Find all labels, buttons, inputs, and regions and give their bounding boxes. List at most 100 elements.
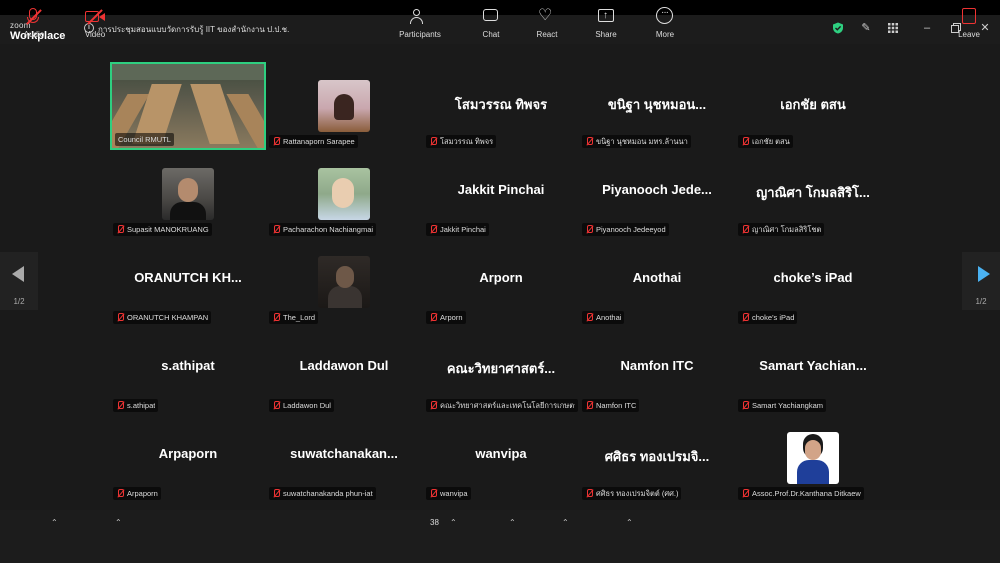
participants-button[interactable]: Participants: [398, 6, 442, 39]
more-button[interactable]: ··· More: [651, 6, 679, 39]
participant-name-label: Jakkit Pinchai: [426, 223, 489, 236]
participants-options-caret[interactable]: ⌃: [450, 518, 457, 527]
participant-name: ศศิธร ทองเปรมจิตต์ (ศศ.): [596, 488, 679, 498]
participant-name-label: Arporn: [426, 311, 466, 324]
participant-display-name: ORANUTCH KH...: [134, 270, 242, 285]
muted-mic-icon: [585, 400, 593, 411]
audio-label: Audio: [23, 30, 45, 39]
participant-tile[interactable]: suwatchanakan... suwatchanakanda phun-iat: [266, 414, 422, 502]
video-off-icon: [82, 6, 108, 28]
participant-display-name: Namfon ITC: [620, 358, 694, 373]
participant-tile[interactable]: Laddawon Dul Laddawon Dul: [266, 326, 422, 414]
participant-tile[interactable]: คณะวิทยาศาสตร์... คณะวิทยาศาสตร์และเทคโนโ…: [423, 326, 579, 414]
participant-tile[interactable]: s.athipat s.athipat: [110, 326, 266, 414]
participant-tile[interactable]: Rattanaporn Sarapee: [266, 62, 422, 150]
participant-name-label: Assoc.Prof.Dr.Kanthana Ditkaew: [738, 487, 864, 500]
participant-display-name: Laddawon Dul: [299, 358, 389, 373]
shield-icon[interactable]: [832, 22, 844, 34]
chat-options-caret[interactable]: ⌃: [509, 518, 516, 527]
muted-mic-icon: [272, 312, 280, 323]
muted-mic-icon: [429, 312, 437, 323]
participant-tile[interactable]: Arpaporn Arpaporn: [110, 414, 266, 502]
muted-mic-icon: [429, 136, 437, 147]
grid-view-icon[interactable]: [887, 22, 899, 34]
share-options-caret[interactable]: ⌃: [626, 518, 633, 527]
participant-display-name: Piyanooch Jede...: [602, 182, 712, 197]
participant-tile[interactable]: ขนิฐา นุชหมอน... ขนิฐา นุชหมอน มทร.ล้านนา: [579, 62, 735, 150]
participant-name: Laddawon Dul: [283, 401, 331, 410]
participant-tile[interactable]: Piyanooch Jede... Piyanooch Jedeeyod: [579, 150, 735, 238]
participant-name-label: ญาณิศา โกมลสิริโชต: [738, 223, 825, 236]
react-options-caret[interactable]: ⌃: [562, 518, 569, 527]
audio-options-caret[interactable]: ⌃: [51, 518, 58, 527]
participant-display-name: wanvipa: [475, 446, 527, 461]
participant-name: Rattanaporn Sarapee: [283, 137, 355, 146]
participant-name: ORANUTCH KHAMPAN: [127, 313, 209, 322]
previous-page-button[interactable]: 1/2: [0, 252, 38, 310]
leave-button[interactable]: Leave: [954, 6, 984, 39]
muted-mic-icon: [741, 224, 749, 235]
participant-display-name: คณะวิทยาศาสตร์...: [446, 361, 556, 376]
participant-name: The_Lord: [283, 313, 316, 322]
participant-display-name: suwatchanakan...: [290, 446, 398, 461]
participant-tile[interactable]: Arporn Arporn: [423, 238, 579, 326]
participant-tile[interactable]: Anothai Anothai: [579, 238, 735, 326]
participant-tile[interactable]: The_Lord: [266, 238, 422, 326]
pen-icon[interactable]: ✎: [860, 22, 872, 34]
muted-mic-icon: [741, 488, 749, 499]
participant-tile[interactable]: เอกชัย ตสน เอกชัย ตสน: [735, 62, 891, 150]
participant-display-name: Jakkit Pinchai: [457, 182, 545, 197]
more-icon: ···: [652, 6, 678, 28]
video-button[interactable]: Video: [81, 6, 109, 39]
muted-mic-icon: [116, 224, 124, 235]
muted-mic-icon: [585, 312, 593, 323]
participant-name: Anothai: [596, 313, 622, 322]
muted-mic-icon: [429, 400, 437, 411]
participant-tile[interactable]: Pacharachon Nachiangmai: [266, 150, 422, 238]
participant-tile[interactable]: choke’s iPad choke’s iPad: [735, 238, 891, 326]
muted-mic-icon: [429, 224, 437, 235]
muted-mic-icon: [21, 6, 47, 28]
chevron-left-icon: [12, 266, 24, 282]
participant-name-label: Laddawon Dul: [269, 399, 334, 412]
participant-tile[interactable]: Supasit MANOKRUANG: [110, 150, 266, 238]
participant-avatar: [787, 432, 839, 484]
video-options-caret[interactable]: ⌃: [115, 518, 122, 527]
participant-tile[interactable]: ORANUTCH KH... ORANUTCH KHAMPAN: [110, 238, 266, 326]
participant-tile[interactable]: Assoc.Prof.Dr.Kanthana Ditkaew: [735, 414, 891, 502]
participant-tile[interactable]: Jakkit Pinchai Jakkit Pinchai: [423, 150, 579, 238]
more-label: More: [655, 30, 675, 39]
share-button[interactable]: ↑ Share: [592, 6, 620, 39]
participant-tile[interactable]: โสมวรรณ ทิพจร โสมวรรณ ทิพจร: [423, 62, 579, 150]
muted-mic-icon: [116, 488, 124, 499]
participant-display-name: Arpaporn: [158, 446, 218, 461]
muted-mic-icon: [272, 400, 280, 411]
audio-button[interactable]: Audio: [20, 6, 48, 39]
participant-name: choke’s iPad: [752, 313, 795, 322]
participant-tile[interactable]: ญาณิศา โกมลสิริโ... ญาณิศา โกมลสิริโชต: [735, 150, 891, 238]
muted-mic-icon: [741, 400, 749, 411]
participant-name: Piyanooch Jedeeyod: [596, 225, 666, 234]
participant-avatar: [162, 168, 214, 220]
participant-tile[interactable]: Namfon ITC Namfon ITC: [579, 326, 735, 414]
participant-name-label: Supasit MANOKRUANG: [113, 223, 212, 236]
participant-name-label: choke’s iPad: [738, 311, 798, 324]
participant-display-name: ศศิธร ทองเปรมจิ...: [604, 449, 710, 464]
participant-name-label: suwatchanakanda phun-iat: [269, 487, 376, 500]
chat-button[interactable]: Chat: [478, 6, 504, 39]
participant-name: โสมวรรณ ทิพจร: [440, 136, 494, 146]
participant-tile[interactable]: Council RMUTL: [110, 62, 266, 150]
participant-name-label: Council RMUTL: [115, 133, 174, 146]
minimize-icon[interactable]: –: [921, 22, 933, 34]
participant-tile[interactable]: Samart Yachian... Samart Yachiangkam: [735, 326, 891, 414]
page-indicator-left: 1/2: [13, 297, 25, 306]
meeting-title: การประชุมสอนแบบวัดการรับรู้ IIT ของสำนัก…: [98, 25, 290, 34]
next-page-button[interactable]: 1/2: [962, 252, 1000, 310]
participant-name-label: Anothai: [582, 311, 625, 324]
participant-avatar: [318, 168, 370, 220]
react-button[interactable]: ♡ React: [533, 6, 561, 40]
chat-icon: [478, 6, 504, 28]
muted-mic-icon: [585, 136, 593, 147]
participant-tile[interactable]: wanvipa wanvipa: [423, 414, 579, 502]
participant-tile[interactable]: ศศิธร ทองเปรมจิ... ศศิธร ทองเปรมจิตต์ (ศศ…: [579, 414, 735, 502]
